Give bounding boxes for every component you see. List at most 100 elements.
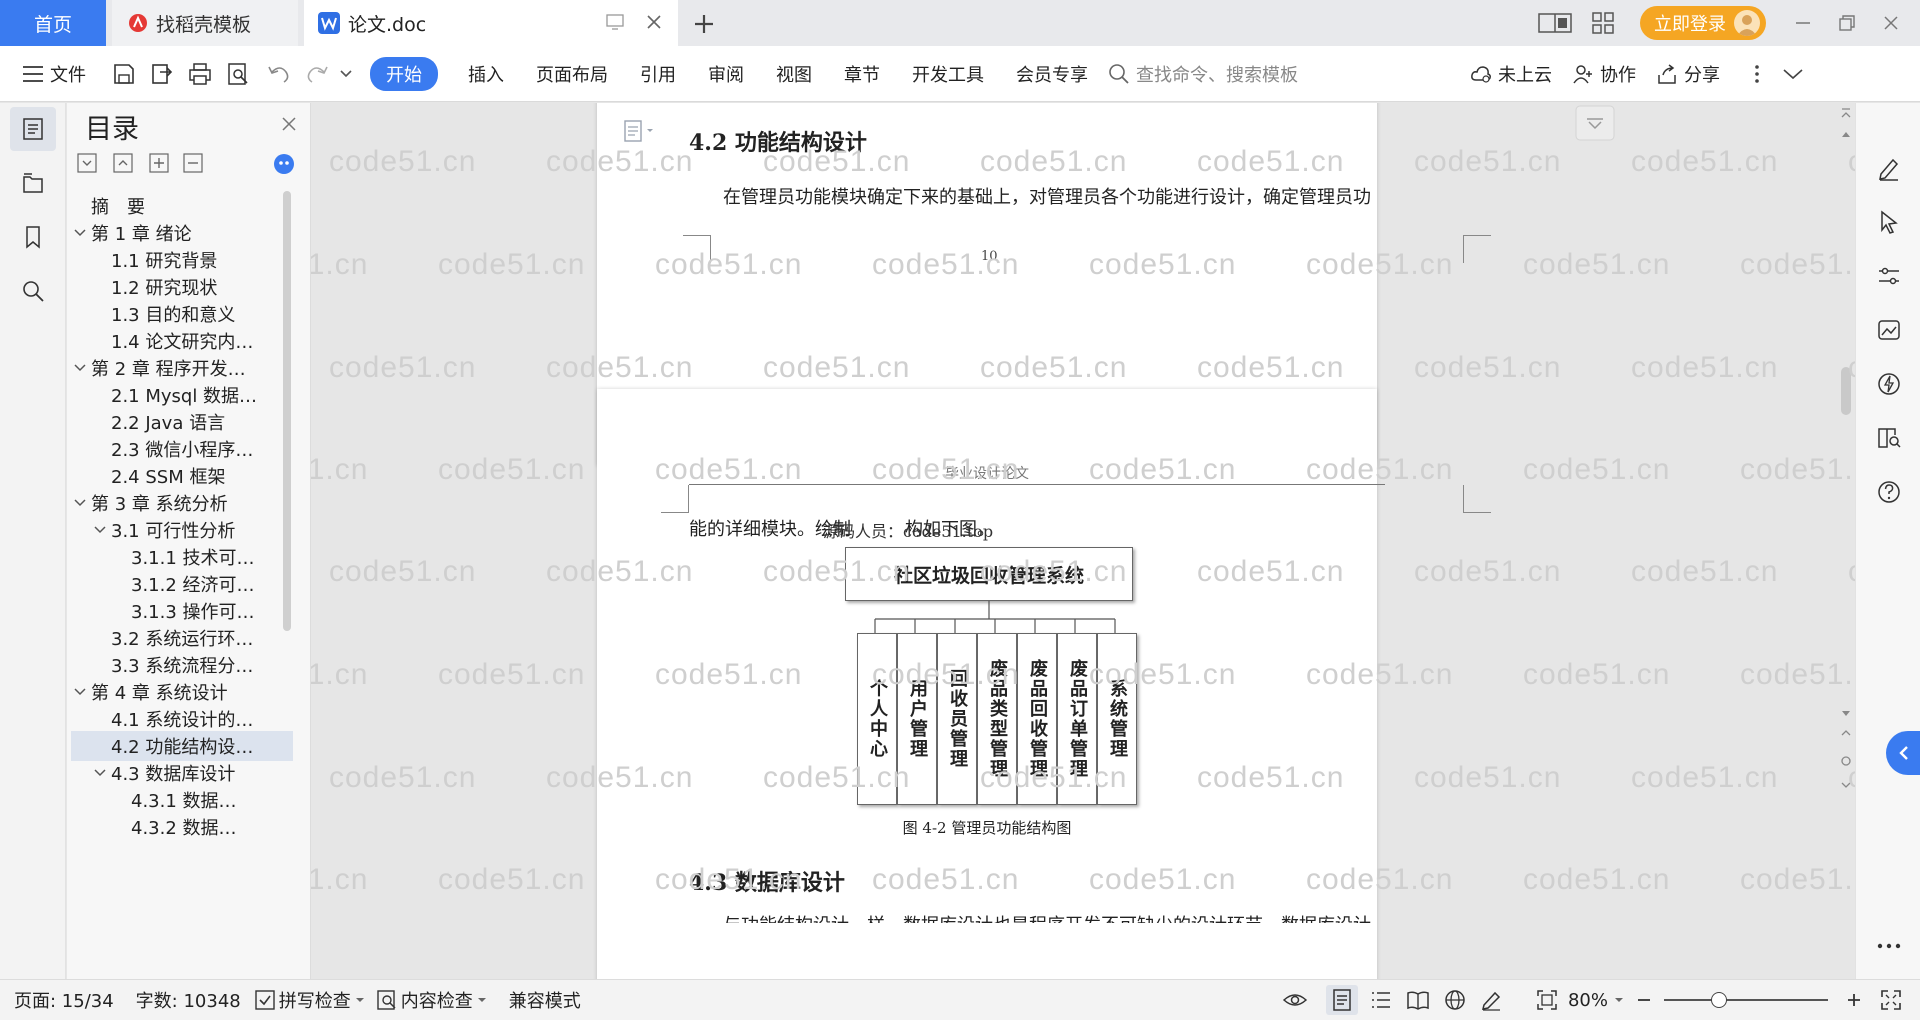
more-options-icon[interactable] <box>1754 64 1760 84</box>
tab-daoke[interactable]: 找稻壳模板 <box>112 0 298 46</box>
chevron-down-icon[interactable] <box>91 526 109 534</box>
scroll-up-icon[interactable] <box>1840 129 1852 139</box>
tab-member[interactable]: 会员专享 <box>1000 61 1104 87</box>
more-icon[interactable] <box>1876 941 1902 951</box>
close-panel-icon[interactable] <box>280 115 298 133</box>
cursor-select-icon[interactable] <box>1876 209 1902 235</box>
zoom-dropdown[interactable]: 80% <box>1568 990 1624 1011</box>
tab-review[interactable]: 审阅 <box>692 61 760 87</box>
web-view-icon[interactable] <box>1444 989 1466 1011</box>
file-menu[interactable]: 文件 <box>22 61 86 87</box>
chevron-down-icon[interactable] <box>71 688 89 696</box>
new-tab-button[interactable] <box>688 8 720 40</box>
expand-panel-button[interactable] <box>1886 731 1920 775</box>
vertical-scrollbar[interactable] <box>1837 103 1855 979</box>
cloud-status[interactable]: 未上云 <box>1470 61 1552 87</box>
print-preview-icon[interactable] <box>226 62 250 86</box>
toc-item[interactable]: 3.1.1 技术可… <box>71 542 293 572</box>
tab-home[interactable]: 首页 <box>0 0 106 46</box>
toc-item[interactable]: 摘 要 <box>71 191 293 221</box>
chapter-nav-button[interactable] <box>10 161 56 205</box>
tab-document[interactable]: 论文.doc <box>304 0 678 46</box>
chevron-down-icon[interactable] <box>71 229 89 237</box>
chevron-down-icon[interactable] <box>71 499 89 507</box>
prev-page-icon[interactable] <box>1840 727 1852 739</box>
minimize-icon[interactable] <box>1792 12 1814 34</box>
close-window-icon[interactable] <box>1880 12 1902 34</box>
toc-item[interactable]: 1.4 论文研究内… <box>71 326 293 356</box>
zoom-out-icon[interactable] <box>1636 992 1652 1008</box>
ai-assistant-icon[interactable] <box>273 153 295 175</box>
book-search-icon[interactable] <box>1876 425 1902 451</box>
fit-page-icon[interactable] <box>1536 989 1558 1011</box>
toc-item[interactable]: 1.1 研究背景 <box>71 245 293 275</box>
more-dropdown-icon[interactable] <box>338 66 354 82</box>
tab-page-layout[interactable]: 页面布局 <box>520 61 624 87</box>
find-button[interactable] <box>10 269 56 313</box>
tab-insert[interactable]: 插入 <box>452 61 520 87</box>
toc-item[interactable]: 2.2 Java 语言 <box>71 407 293 437</box>
zoom-slider-thumb[interactable] <box>1710 992 1727 1008</box>
page-count[interactable]: 页面: 15/34 <box>14 987 114 1013</box>
tab-developer[interactable]: 开发工具 <box>896 61 1000 87</box>
toc-item[interactable]: 2.3 微信小程序… <box>71 434 293 464</box>
toc-item[interactable]: 3.1.3 操作可… <box>71 596 293 626</box>
chevron-down-icon[interactable] <box>91 769 109 777</box>
close-tab-icon[interactable] <box>644 12 664 32</box>
collab-button[interactable]: 协作 <box>1572 61 1636 87</box>
toc-item[interactable]: 4.3.1 数据… <box>71 785 293 815</box>
grid-apps-icon[interactable] <box>1592 12 1614 34</box>
save-icon[interactable] <box>112 62 136 86</box>
toc-item[interactable]: 2.4 SSM 框架 <box>71 461 293 491</box>
remove-heading-icon[interactable] <box>183 153 203 173</box>
chevron-down-icon[interactable] <box>71 364 89 372</box>
toc-panel-button[interactable] <box>10 107 56 151</box>
screen-icon[interactable] <box>606 13 624 31</box>
login-button[interactable]: 立即登录 <box>1640 6 1766 40</box>
scroll-top-icon[interactable] <box>1840 107 1852 119</box>
help-icon[interactable] <box>1876 479 1902 505</box>
write-mode-icon[interactable] <box>1480 989 1502 1011</box>
toc-item[interactable]: 4.3 数据库设计 <box>71 758 293 788</box>
toc-item[interactable]: 1.3 目的和意义 <box>71 299 293 329</box>
toc-item[interactable]: 第 3 章 系统分析 <box>71 488 293 518</box>
outline-view-icon[interactable] <box>1370 990 1392 1010</box>
content-check-button[interactable]: 内容检查 <box>377 987 487 1013</box>
reading-view-icon[interactable] <box>1406 990 1430 1010</box>
toc-item[interactable]: 第 4 章 系统设计 <box>71 677 293 707</box>
toc-item[interactable]: 第 1 章 绪论 <box>71 218 293 248</box>
toc-item[interactable]: 2.1 Mysql 数据… <box>71 380 293 410</box>
toc-item[interactable]: 第 2 章 程序开发… <box>71 353 293 383</box>
restore-icon[interactable] <box>1836 12 1858 34</box>
layout-toggle-icon[interactable] <box>1538 12 1572 34</box>
add-heading-icon[interactable] <box>149 153 169 173</box>
expand-all-icon[interactable] <box>77 153 97 173</box>
spell-check-button[interactable]: 拼写检查 <box>255 987 365 1013</box>
bookmark-button[interactable] <box>10 215 56 259</box>
lightning-icon[interactable] <box>1876 371 1902 397</box>
page-view-button[interactable] <box>1325 985 1358 1015</box>
undo-icon[interactable] <box>266 62 296 86</box>
collapse-chevron-icon[interactable] <box>1575 105 1615 141</box>
export-pdf-icon[interactable] <box>150 62 174 86</box>
toc-item[interactable]: 3.1.2 经济可… <box>71 569 293 599</box>
toc-item[interactable]: 1.2 研究现状 <box>71 272 293 302</box>
toc-item[interactable]: 3.3 系统流程分… <box>71 650 293 680</box>
image-tools-icon[interactable] <box>1876 317 1902 343</box>
print-icon[interactable] <box>188 62 212 86</box>
pen-edit-icon[interactable] <box>1876 155 1902 181</box>
eye-protection-icon[interactable] <box>1282 990 1308 1010</box>
share-button[interactable]: 分享 <box>1656 61 1720 87</box>
fullscreen-icon[interactable] <box>1880 989 1902 1011</box>
word-count[interactable]: 字数: 10348 <box>136 987 241 1013</box>
adjust-sliders-icon[interactable] <box>1876 263 1902 289</box>
redo-icon[interactable] <box>304 62 330 86</box>
scroll-down-icon[interactable] <box>1840 709 1852 719</box>
toc-item[interactable]: 3.1 可行性分析 <box>71 515 293 545</box>
tab-start[interactable]: 开始 <box>370 56 438 91</box>
command-search[interactable]: 查找命令、搜索模板 <box>1108 61 1298 87</box>
collapse-all-icon[interactable] <box>113 153 133 173</box>
zoom-in-icon[interactable] <box>1846 992 1862 1008</box>
toc-item[interactable]: 3.2 系统运行环… <box>71 623 293 653</box>
tab-view[interactable]: 视图 <box>760 61 828 87</box>
